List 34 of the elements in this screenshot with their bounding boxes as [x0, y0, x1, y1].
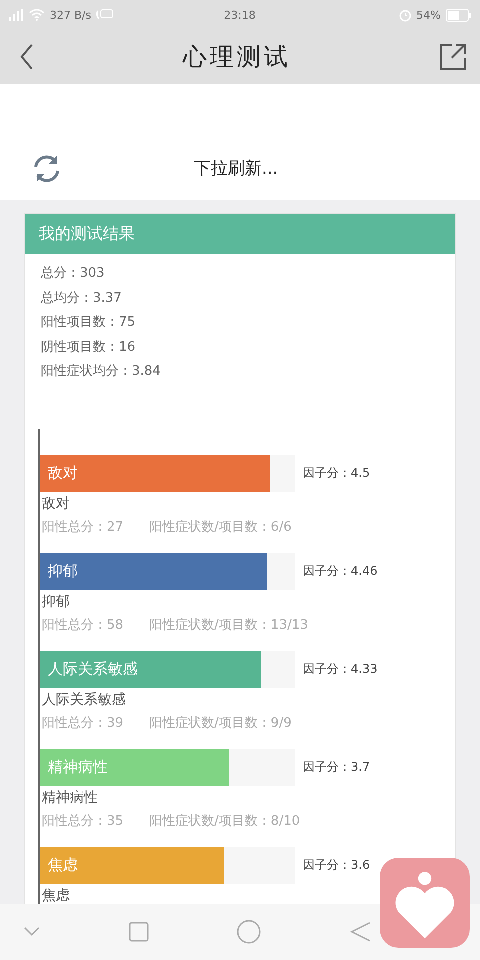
positive-total: 阳性总分：39 — [42, 714, 124, 732]
factor-name: 抑郁 — [41, 592, 71, 612]
factor-name: 精神病性 — [41, 788, 99, 808]
symptom-ratio: 阳性症状数/项目数：13/13 — [150, 616, 308, 634]
page-title: 心理测试 — [183, 42, 291, 73]
card-title: 我的测试结果 — [25, 214, 455, 254]
factor-name: 人际关系敏感 — [41, 690, 127, 710]
positive-total: 阳性总分：27 — [42, 518, 124, 536]
factor-score: 因子分：4.5 — [303, 464, 370, 482]
symptom-ratio: 阳性症状数/项目数：6/6 — [150, 518, 292, 536]
clock-time: 23:18 — [224, 8, 256, 22]
summary-line: 阴性项目数：16 — [41, 338, 137, 356]
factor-name: 敌对 — [41, 494, 71, 514]
factor-score: 因子分：4.33 — [303, 660, 378, 678]
summary-line: 总分：303 — [41, 265, 106, 283]
positive-total: 阳性总分：58 — [42, 616, 124, 634]
factor-bar: 精神病性 — [40, 748, 229, 786]
battery-percent: 54% — [416, 8, 441, 22]
symptom-ratio: 阳性症状数/项目数：9/9 — [150, 714, 292, 732]
factor-bar: 焦虑 — [40, 846, 224, 884]
factor-score: 因子分：3.6 — [303, 856, 370, 874]
network-speed: 327 B/s — [50, 8, 92, 22]
factor-bar: 抑郁 — [40, 552, 268, 590]
factor-bar: 人际关系敏感 — [40, 650, 261, 688]
positive-total: 阳性总分：35 — [42, 812, 124, 830]
summary-line: 阳性项目数：75 — [41, 314, 137, 332]
factor-name: 焦虑 — [41, 886, 71, 906]
summary-line: 阳性症状均分：3.84 — [41, 363, 162, 381]
symptom-ratio: 阳性症状数/项目数：8/10 — [150, 812, 300, 830]
pull-to-refresh-label: 下拉刷新... — [194, 158, 278, 181]
factor-bar: 敌对 — [40, 454, 270, 492]
summary-line: 总均分：3.37 — [41, 290, 123, 308]
factor-score: 因子分：4.46 — [303, 562, 378, 580]
factor-score: 因子分：3.7 — [303, 758, 370, 776]
